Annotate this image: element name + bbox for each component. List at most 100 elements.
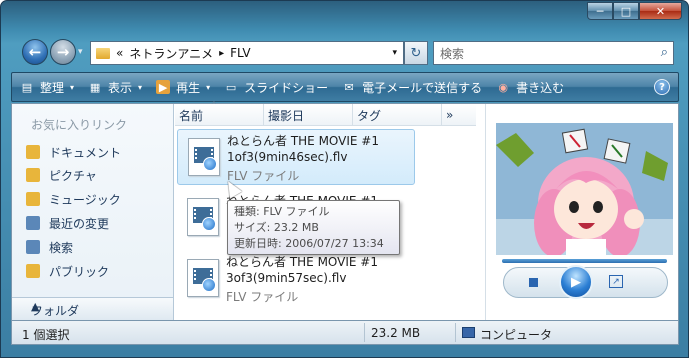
- minimize-button[interactable]: ─: [587, 2, 613, 20]
- anime-still-image: [496, 123, 673, 255]
- toolbar-organize-label: 整理: [40, 80, 65, 95]
- toolbar-organize[interactable]: ▤ 整理 ▾: [20, 79, 74, 96]
- column-headers: 名前 ^ 撮影日 タグ »: [175, 101, 476, 126]
- file-type: FLV ファイル: [227, 169, 300, 183]
- refresh-icon: ↻: [410, 45, 422, 61]
- slideshow-icon: ▭: [225, 80, 237, 94]
- search-placeholder: 検索: [440, 46, 465, 61]
- favorite-links-heading: お気に入りリンク: [31, 118, 128, 132]
- sidebar-item-label: 最近の変更: [49, 216, 110, 231]
- toolbar-burn[interactable]: ◉ 書き込む: [496, 79, 564, 96]
- folders-toggle[interactable]: フォルダ ▲: [12, 297, 173, 320]
- music-icon: [26, 192, 40, 206]
- close-icon: ✕: [655, 4, 666, 18]
- toolbar-burn-label: 書き込む: [516, 80, 565, 95]
- column-name-label: 名前: [179, 108, 204, 123]
- sort-ascending-icon: ^: [211, 101, 217, 109]
- seek-bar[interactable]: [502, 259, 667, 263]
- sidebar-item-label: パブリック: [49, 264, 110, 279]
- selection-count: 1 個選択: [22, 328, 70, 342]
- search-folder-icon: [26, 240, 40, 254]
- tooltip-modified: 更新日時: 2006/07/27 13:34: [234, 237, 384, 250]
- more-columns-button[interactable]: »: [442, 104, 476, 126]
- toolbar-slideshow-label: スライドショー: [244, 80, 329, 95]
- address-bar[interactable]: « ネトランアニメ ▸ FLV ▾: [90, 41, 404, 65]
- column-header-date-taken[interactable]: 撮影日: [264, 104, 353, 126]
- caption-buttons: ─ □ ✕: [587, 2, 682, 20]
- toolbar-slideshow[interactable]: ▭ スライドショー: [224, 79, 328, 96]
- tooltip-size: サイズ: 23.2 MB: [234, 221, 319, 234]
- chevron-down-icon: ▾: [206, 82, 211, 92]
- sidebar-item-label: ピクチャ: [49, 168, 97, 183]
- toolbar-views-label: 表示: [108, 80, 133, 95]
- preview-pane: ▶ ↗: [485, 104, 678, 320]
- play-button[interactable]: ▶: [559, 265, 593, 299]
- sidebar-item-recent-changes[interactable]: 最近の変更: [26, 213, 109, 233]
- file-name-line2: 1of3(9min46sec).flv: [227, 150, 348, 164]
- file-name: ねとらん者 THE MOVIE #1: [227, 134, 379, 148]
- video-file-icon: [187, 198, 219, 236]
- email-icon: ✉: [344, 80, 354, 94]
- breadcrumb-item-flv[interactable]: FLV: [230, 46, 250, 60]
- sidebar-item-public[interactable]: パブリック: [26, 261, 109, 281]
- sidebar-item-label: ドキュメント: [49, 145, 122, 160]
- column-tags-label: タグ: [357, 108, 382, 123]
- refresh-button[interactable]: ↻: [404, 41, 428, 65]
- help-icon: ?: [659, 81, 665, 93]
- video-preview[interactable]: [496, 123, 673, 255]
- sidebar-item-pictures[interactable]: ピクチャ: [26, 165, 97, 185]
- folder-icon: [96, 47, 110, 59]
- seek-bar-fill: [502, 259, 667, 263]
- sidebar-item-searches[interactable]: 検索: [26, 237, 73, 257]
- forward-button[interactable]: →: [50, 39, 76, 65]
- back-button[interactable]: ←: [22, 39, 48, 65]
- open-in-player-button[interactable]: ↗: [609, 275, 623, 288]
- play-icon: ▶: [156, 80, 171, 94]
- status-divider: [455, 323, 456, 342]
- file-item[interactable]: ねとらん者 THE MOVIE #1 3of3(9min57sec).flv F…: [177, 251, 415, 307]
- help-button[interactable]: ?: [654, 79, 670, 95]
- file-item[interactable]: ねとらん者 THE MOVIE #1 1of3(9min46sec).flv F…: [177, 129, 415, 185]
- file-type: FLV ファイル: [226, 290, 299, 304]
- player-controls: ▶ ↗: [503, 265, 668, 299]
- chevron-down-icon: ▾: [138, 82, 143, 92]
- sidebar-item-label: 検索: [49, 240, 74, 255]
- navigation-pane: お気に入りリンク ドキュメント ピクチャ ミュージック 最近の変更 検索 パブリ…: [12, 104, 174, 320]
- search-input[interactable]: 検索 ⌕: [433, 41, 674, 65]
- pictures-icon: [26, 168, 40, 182]
- breadcrumb-item-netoran-anime[interactable]: ネトランアニメ: [129, 45, 213, 62]
- search-icon[interactable]: ⌕: [661, 45, 668, 60]
- address-dropdown-icon[interactable]: ▾: [392, 48, 397, 58]
- column-header-name[interactable]: 名前 ^: [175, 101, 264, 126]
- file-info-tooltip: 種類: FLV ファイル サイズ: 23.2 MB 更新日時: 2006/07/…: [227, 200, 400, 255]
- close-button[interactable]: ✕: [639, 2, 682, 20]
- minimize-icon: ─: [596, 4, 604, 18]
- maximize-icon: □: [620, 4, 632, 18]
- maximize-button[interactable]: □: [613, 2, 639, 20]
- breadcrumb-separator-icon[interactable]: ▸: [219, 48, 224, 59]
- breadcrumb-overflow[interactable]: «: [116, 46, 123, 60]
- file-name-line2: 3of3(9min57sec).flv: [226, 271, 347, 285]
- video-file-icon: [187, 259, 219, 297]
- sidebar-item-label: ミュージック: [49, 192, 121, 207]
- command-bar: ▤ 整理 ▾ ▦ 表示 ▾ ▶ 再生 ▾ ▭ スライドショー ✉ 電子メールで送信する ◉ 書き込…: [11, 72, 679, 102]
- stop-button[interactable]: [529, 278, 538, 287]
- status-bar: 1 個選択 23.2 MB コンピュータ: [11, 321, 679, 345]
- sidebar-item-music[interactable]: ミュージック: [26, 189, 121, 209]
- toolbar-views[interactable]: ▦ 表示 ▾: [88, 79, 142, 96]
- explorer-window: ─ □ ✕ ← → ▾ « ネトランアニメ ▸ FLV ▾ ↻ 検索 ⌕ ▤ 整理…: [0, 0, 689, 358]
- sidebar-item-documents[interactable]: ドキュメント: [26, 142, 121, 162]
- content-area: お気に入りリンク ドキュメント ピクチャ ミュージック 最近の変更 検索 パブリ…: [11, 101, 679, 321]
- more-columns-icon: »: [446, 108, 454, 122]
- toolbar-email[interactable]: ✉ 電子メールで送信する: [342, 79, 483, 96]
- computer-icon: [462, 327, 475, 338]
- recent-changes-icon: [26, 216, 40, 230]
- toolbar-play[interactable]: ▶ 再生 ▾: [156, 79, 210, 96]
- chevron-down-icon: ▾: [70, 82, 75, 92]
- recent-pages-dropdown[interactable]: ▾: [78, 47, 83, 57]
- burn-icon: ◉: [498, 80, 508, 94]
- forward-arrow-icon: →: [56, 43, 70, 61]
- video-file-icon: [188, 138, 220, 176]
- file-name: ねとらん者 THE MOVIE #1: [226, 255, 378, 269]
- column-header-tags[interactable]: タグ: [353, 104, 442, 126]
